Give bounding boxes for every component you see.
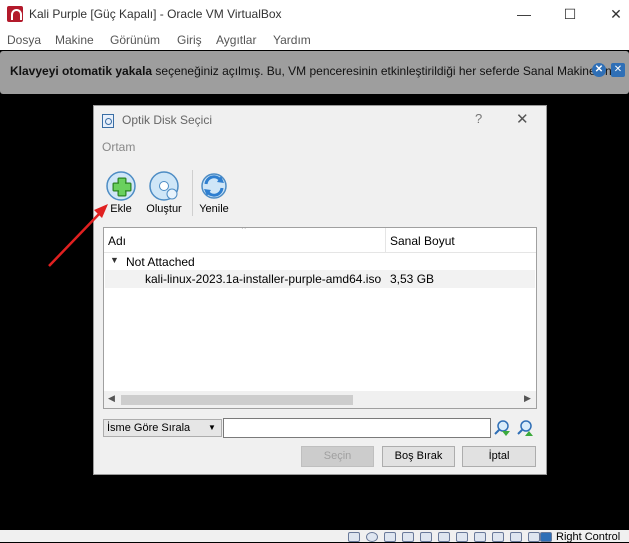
add-disk-icon xyxy=(106,171,136,201)
choose-button[interactable]: Seçin xyxy=(301,446,374,467)
horizontal-scrollbar[interactable]: ◀ ▶ xyxy=(104,391,536,408)
notification-text: seçeneğiniz açılmış. Bu, VM penceresinin… xyxy=(152,64,612,78)
notification-message: Klavyeyi otomatik yakala seçeneğiniz açı… xyxy=(10,64,612,78)
display-icon[interactable] xyxy=(456,532,468,542)
menu-yardim[interactable]: Yardım xyxy=(273,33,311,47)
cpu-icon[interactable] xyxy=(492,532,504,542)
menu-aygitlar[interactable]: Aygıtlar xyxy=(216,33,256,47)
create-label: Oluştur xyxy=(146,203,182,215)
media-list[interactable]: ⌃ Adı Sanal Boyut ▼ Not Attached kali-li… xyxy=(103,227,537,409)
hard-disk-icon[interactable] xyxy=(348,532,360,542)
group-label: Not Attached xyxy=(126,255,195,269)
table-row[interactable]: kali-linux-2023.1a-installer-purple-amd6… xyxy=(105,270,535,288)
optical-disk-icon xyxy=(102,114,114,128)
notification-info-icon[interactable]: ✕ xyxy=(592,63,606,77)
create-disk-icon xyxy=(149,171,179,201)
search-input[interactable] xyxy=(223,418,491,438)
search-previous-icon[interactable] xyxy=(493,419,511,437)
minimize-button[interactable]: — xyxy=(512,3,536,25)
scroll-right-icon[interactable]: ▶ xyxy=(524,393,531,404)
virtualbox-app-icon xyxy=(7,6,23,22)
close-window-button[interactable]: ✕ xyxy=(604,3,628,25)
recording-icon[interactable] xyxy=(474,532,486,542)
notification-close-icon[interactable]: ✕ xyxy=(611,63,625,77)
search-next-icon[interactable] xyxy=(516,419,534,437)
column-name-header[interactable]: Adı xyxy=(108,234,126,248)
add-button[interactable]: Ekle xyxy=(101,170,141,215)
iso-file-name: kali-linux-2023.1a-installer-purple-amd6… xyxy=(145,272,382,286)
create-button[interactable]: Oluştur xyxy=(144,170,184,215)
column-size-header[interactable]: Sanal Boyut xyxy=(390,234,455,248)
add-label: Ekle xyxy=(110,203,132,215)
shared-folders-icon[interactable] xyxy=(438,532,450,542)
refresh-icon xyxy=(201,173,227,199)
refresh-button[interactable]: Yenile xyxy=(194,170,234,215)
sort-ascending-icon: ⌃ xyxy=(240,227,248,235)
menu-dosya[interactable]: Dosya xyxy=(7,33,41,47)
menu-giris[interactable]: Giriş xyxy=(177,33,202,47)
window-title-bar: Kali Purple [Güç Kapalı] - Oracle VM Vir… xyxy=(0,0,629,30)
refresh-label: Yenile xyxy=(199,203,229,215)
dialog-close-button[interactable]: ✕ xyxy=(516,110,529,128)
iso-file-size: 3,53 GB xyxy=(390,272,435,286)
dialog-title: Optik Disk Seçici xyxy=(122,113,213,127)
window-title: Kali Purple [Güç Kapalı] - Oracle VM Vir… xyxy=(29,7,282,21)
notification-bold-text: Klavyeyi otomatik yakala xyxy=(10,64,153,78)
toolbar-separator xyxy=(192,170,193,216)
dropdown-arrow-icon: ▼ xyxy=(208,423,216,432)
chevron-down-icon[interactable]: ▼ xyxy=(110,255,119,265)
scroll-left-icon[interactable]: ◀ xyxy=(108,393,115,404)
group-not-attached[interactable]: ▼ Not Attached xyxy=(108,253,528,271)
host-key-icon[interactable] xyxy=(540,532,552,542)
usb-icon[interactable] xyxy=(420,532,432,542)
network-icon[interactable] xyxy=(402,532,414,542)
menu-makine[interactable]: Makine xyxy=(55,33,94,47)
optical-disk-selector-dialog: Optik Disk Seçici ? ✕ Ortam Ekle Oluştur xyxy=(93,105,547,475)
menu-gorunum[interactable]: Görünüm xyxy=(110,33,160,47)
sort-order-select[interactable]: İsme Göre Sırala ▼ xyxy=(103,419,222,437)
host-key-label: Right Control xyxy=(556,531,621,543)
sort-order-value: İsme Göre Sırala xyxy=(107,422,191,434)
mouse-integration-icon[interactable] xyxy=(510,532,522,542)
menu-bar: Dosya Makine Görünüm Giriş Aygıtlar Yard… xyxy=(0,30,629,50)
leave-empty-button[interactable]: Boş Bırak xyxy=(382,446,455,467)
column-divider[interactable] xyxy=(385,228,386,252)
vm-status-bar: Right Control xyxy=(0,530,629,543)
optical-drive-icon[interactable] xyxy=(366,532,378,542)
help-button[interactable]: ? xyxy=(475,111,482,126)
scrollbar-thumb[interactable] xyxy=(121,395,353,405)
audio-icon[interactable] xyxy=(384,532,396,542)
keyboard-icon[interactable] xyxy=(528,532,540,542)
list-header: ⌃ Adı Sanal Boyut xyxy=(104,228,536,253)
maximize-button[interactable]: ☐ xyxy=(558,3,582,25)
section-label: Ortam xyxy=(102,140,136,154)
cancel-button[interactable]: İptal xyxy=(462,446,536,467)
notification-banner: Klavyeyi otomatik yakala seçeneğiniz açı… xyxy=(0,51,629,94)
